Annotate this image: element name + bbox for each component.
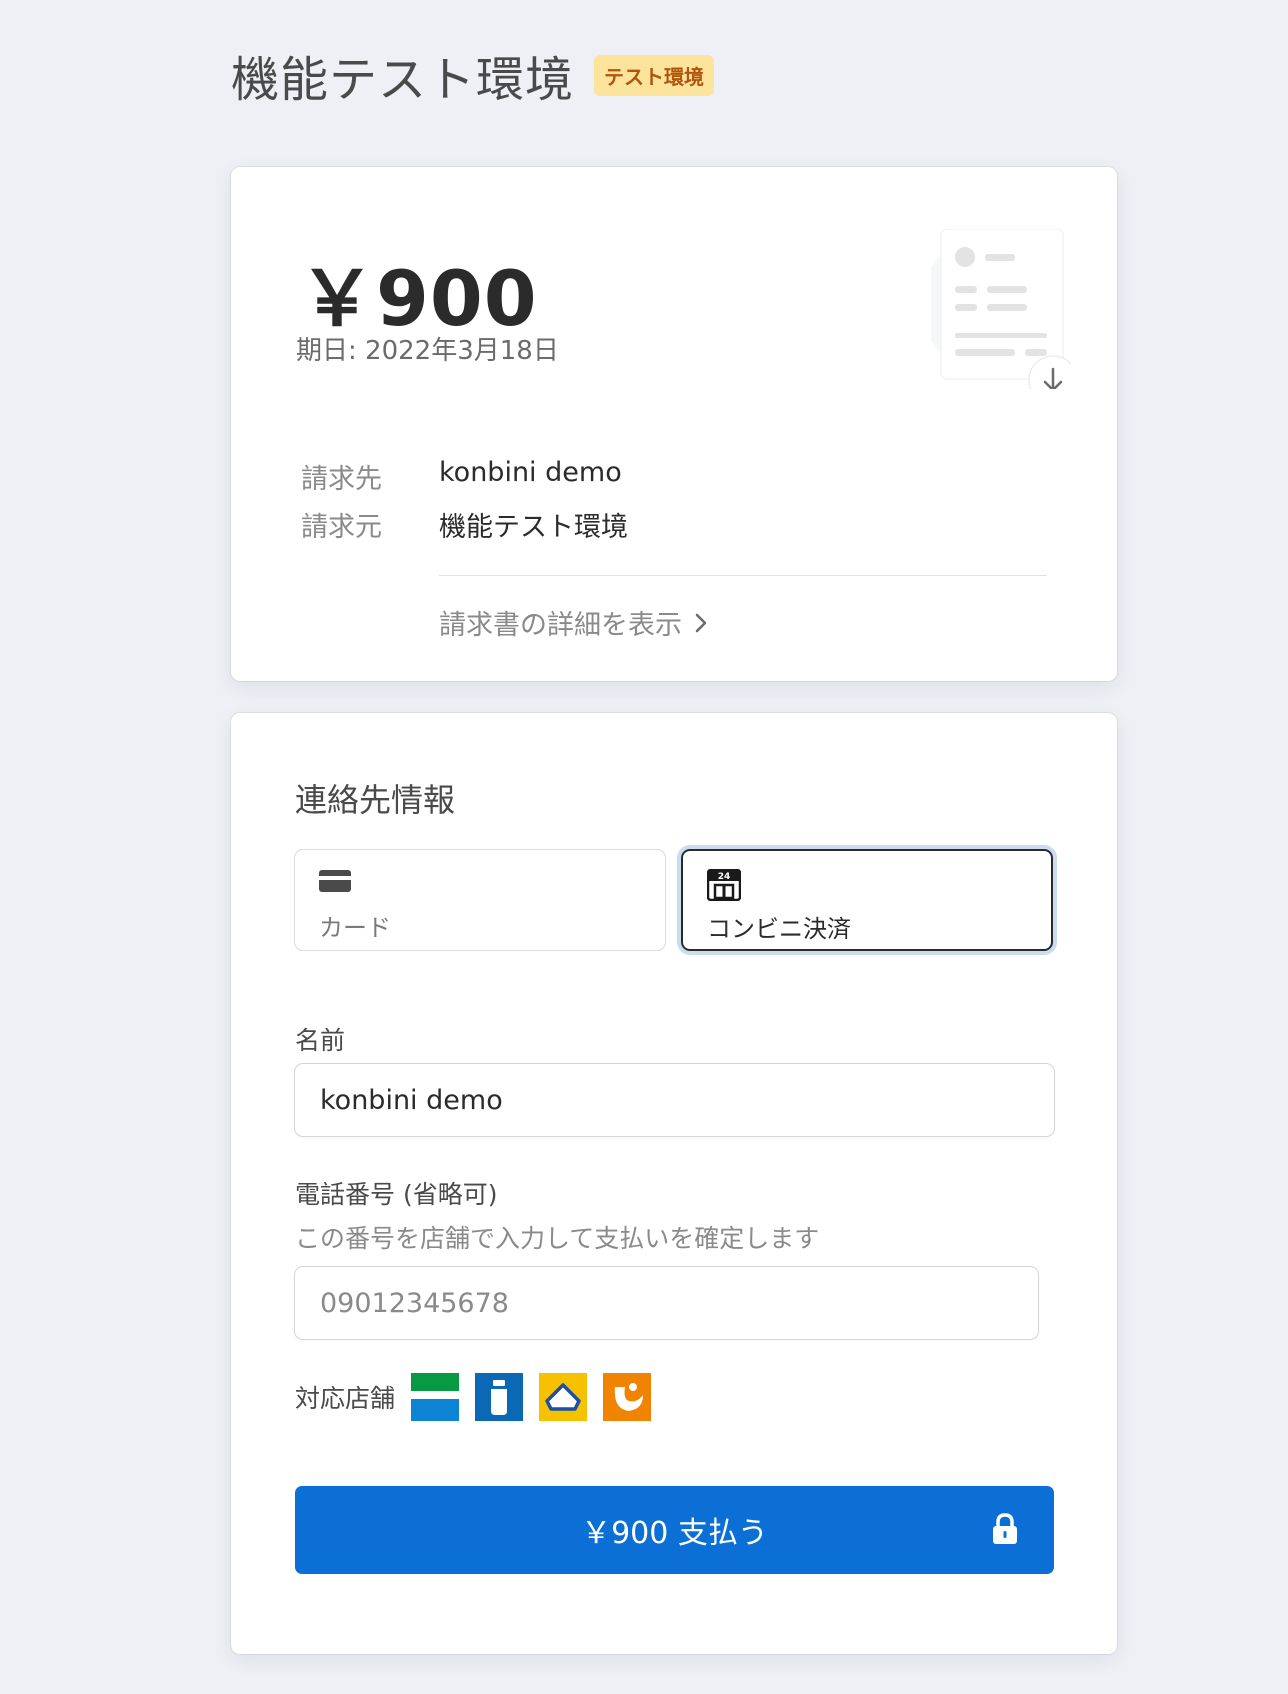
invoice-summary-card: ￥900 期日: 2022年3月18日 請求先 konbini demo 請求元…	[231, 167, 1117, 681]
test-mode-badge: テスト環境	[594, 54, 715, 96]
phone-input[interactable]: 09012345678	[294, 1266, 1039, 1340]
lock-icon	[993, 1513, 1017, 1544]
name-label: 名前	[295, 1026, 346, 1055]
pay-button-label: ￥900 支払う	[581, 1516, 768, 1551]
seicomart-logo	[603, 1373, 652, 1421]
supported-stores: 対応店舗	[295, 1373, 667, 1421]
svg-text:24: 24	[718, 872, 731, 882]
merchant-title: 機能テスト環境	[231, 52, 575, 108]
billed-from-value: 機能テスト環境	[439, 512, 628, 543]
due-date: 期日: 2022年3月18日	[296, 336, 559, 366]
page-header: 機能テスト環境 テスト環境	[231, 40, 715, 110]
pay-button[interactable]: ￥900 支払う	[295, 1486, 1054, 1574]
payment-method-card[interactable]: カード	[294, 849, 666, 951]
supported-stores-label: 対応店舗	[295, 1384, 396, 1413]
billed-to-value: konbini demo	[439, 457, 622, 488]
name-input[interactable]: konbini demo	[294, 1063, 1055, 1137]
invoice-download-icon[interactable]	[931, 229, 1071, 389]
billed-from-row: 請求元 機能テスト環境	[301, 505, 628, 544]
chevron-right-icon	[695, 613, 707, 632]
lawson-logo	[475, 1373, 524, 1421]
payment-method-konbini-label: コンビニ決済	[707, 915, 851, 943]
payment-method-konbini[interactable]: 24 コンビニ決済	[681, 849, 1053, 951]
billed-to-row: 請求先 konbini demo	[301, 457, 622, 496]
phone-label: 電話番号 (省略可)	[295, 1180, 498, 1209]
credit-card-icon	[319, 870, 351, 892]
payment-method-card-label: カード	[319, 914, 391, 942]
divider	[439, 575, 1047, 576]
familymart-logo	[411, 1373, 460, 1421]
billed-to-label: 請求先	[301, 464, 382, 495]
details-link-label: 請求書の詳細を表示	[439, 610, 682, 641]
payment-card: 連絡先情報 カード 24 コンビニ決済 名前 konbini demo 電話番号…	[231, 713, 1117, 1654]
contact-info-title: 連絡先情報	[295, 781, 456, 819]
ministop-logo	[539, 1373, 588, 1421]
convenience-store-24-icon: 24	[707, 869, 741, 901]
view-invoice-details-link[interactable]: 請求書の詳細を表示	[439, 603, 708, 642]
billed-from-label: 請求元	[301, 512, 382, 543]
phone-hint: この番号を店舗で入力して支払いを確定します	[295, 1224, 820, 1253]
